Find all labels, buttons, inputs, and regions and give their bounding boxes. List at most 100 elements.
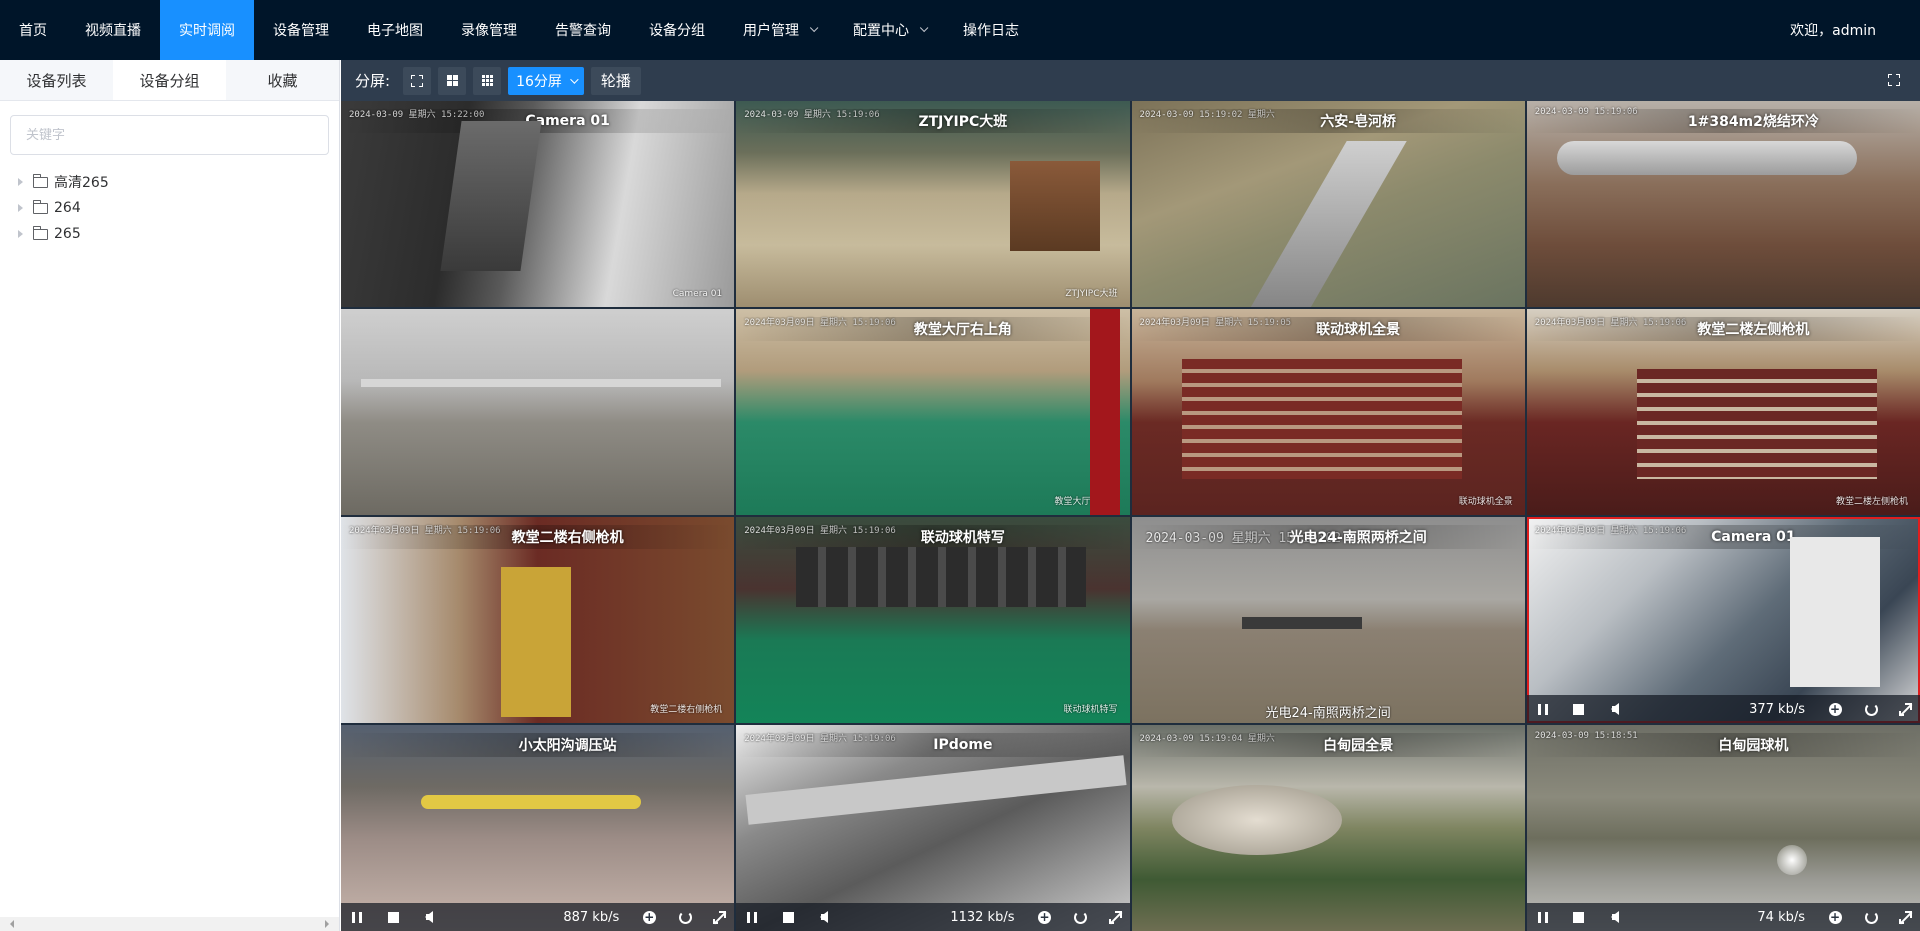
camera-tile[interactable]: 2024年03月09日 星期六 15:19:06教堂二楼左侧枪机教堂二楼左侧枪机 <box>1526 309 1920 515</box>
tree-node[interactable]: 264 <box>18 195 339 221</box>
tree-node[interactable]: 265 <box>18 221 339 247</box>
sidebar-tab-1[interactable]: 设备分组 <box>113 60 226 100</box>
scroll-right-icon[interactable] <box>325 920 329 928</box>
camera-tile[interactable]: 2024-03-09 星期六 15:19:02光电24-南照两桥之间光电24-南… <box>1131 517 1525 723</box>
nav-item-5[interactable]: 录像管理 <box>442 0 536 60</box>
pause-icon <box>352 911 362 923</box>
scroll-left-icon[interactable] <box>10 920 14 928</box>
split-toolbar: 分屏: 16分屏 轮播 <box>341 60 1920 101</box>
mute-button[interactable] <box>1607 701 1623 717</box>
mute-button[interactable] <box>421 909 437 925</box>
device-sidebar: 设备列表设备分组收藏 高清265 264 265 <box>0 60 340 931</box>
camera-tile[interactable]: 2024-03-09 15:19:04 星期六白甸园全景 <box>1131 725 1525 931</box>
stop-button[interactable] <box>385 909 401 925</box>
top-navigation-bar: 首页 视频直播 实时调阅 设备管理 电子地图 录像管理 告警查询 设备分组 用户管理 配置中心 操作… <box>0 0 1920 60</box>
grid-4-icon <box>446 75 458 86</box>
camera-tile[interactable]: 2024年03月09日 星期六 15:19:06IPdome1132 kb/s+ <box>736 725 1130 931</box>
camera-tile[interactable]: 2024-03-09 星期六 15:19:06ZTJYIPC大班ZTJYIPC大… <box>736 101 1130 307</box>
welcome-user[interactable]: 欢迎，admin <box>1790 0 1876 60</box>
nav-item-label: 设备分组 <box>649 23 705 39</box>
nav-item-label: 电子地图 <box>367 23 423 39</box>
camera-tile[interactable]: 2024-03-09 15:19:02 星期六六安-皂河桥 <box>1131 101 1525 307</box>
nav-item-label: 设备管理 <box>273 23 329 39</box>
refresh-button[interactable] <box>1863 701 1879 717</box>
bitrate: 377 kb/s <box>1749 701 1805 717</box>
horizontal-scrollbar[interactable] <box>0 917 339 931</box>
nav-item-1[interactable]: 视频直播 <box>66 0 160 60</box>
mute-button[interactable] <box>1607 909 1623 925</box>
nav-item-label: 操作日志 <box>963 23 1019 39</box>
pause-button[interactable] <box>1535 909 1551 925</box>
four-screen-button[interactable] <box>438 66 467 95</box>
folder-icon <box>33 173 48 188</box>
folder-icon <box>33 199 48 214</box>
layout-select[interactable]: 16分屏 <box>508 66 584 95</box>
osd-camera-name: Camera 01 <box>672 289 723 299</box>
single-screen-button[interactable] <box>403 66 432 95</box>
camera-title: 联动球机特写 <box>736 525 1130 549</box>
nav-item-10[interactable]: 操作日志 <box>944 0 1038 60</box>
nav-item-label: 录像管理 <box>461 23 517 39</box>
nav-item-label: 用户管理 <box>743 23 799 39</box>
camera-tile[interactable] <box>341 309 735 515</box>
stop-button[interactable] <box>1571 909 1587 925</box>
zoom-in-button[interactable]: + <box>1037 909 1053 925</box>
stop-button[interactable] <box>1571 701 1587 717</box>
mute-button[interactable] <box>816 909 832 925</box>
speaker-mute-icon <box>1610 703 1619 715</box>
pause-button[interactable] <box>1535 701 1551 717</box>
zoom-in-button[interactable]: + <box>1827 701 1843 717</box>
stop-button[interactable] <box>780 909 796 925</box>
tree-node[interactable]: 高清265 <box>18 169 339 195</box>
nav-item-6[interactable]: 告警查询 <box>536 0 630 60</box>
nav-item-3[interactable]: 设备管理 <box>254 0 348 60</box>
refresh-button[interactable] <box>1863 909 1879 925</box>
expand-icon[interactable] <box>713 910 727 924</box>
nav-item-8[interactable]: 用户管理 <box>724 0 834 60</box>
pause-button[interactable] <box>349 909 365 925</box>
nine-screen-button[interactable] <box>473 66 502 95</box>
camera-title: 白甸园球机 <box>1526 733 1920 757</box>
nav-item-7[interactable]: 设备分组 <box>630 0 724 60</box>
camera-tile[interactable]: 2024年03月09日 星期六 15:19:06教堂大厅右上角教堂大厅右上角 <box>736 309 1130 515</box>
video-wall: 分屏: 16分屏 轮播 2024-03-09 星期六 15:22:00Camer… <box>341 60 1920 931</box>
camera-tile[interactable]: 2024年03月09日 星期六 15:19:05联动球机全景联动球机全景 <box>1131 309 1525 515</box>
refresh-icon <box>1864 702 1878 716</box>
sidebar-tab-0[interactable]: 设备列表 <box>0 60 113 100</box>
camera-tile[interactable]: 2024年03月09日 星期六 15:19:06Camera 01377 kb/… <box>1526 517 1920 723</box>
nav-item-2[interactable]: 实时调阅 <box>160 0 254 60</box>
fullscreen-button[interactable] <box>1888 74 1900 86</box>
camera-title: ZTJYIPC大班 <box>736 109 1130 133</box>
grid-9-icon <box>481 75 493 86</box>
camera-tile[interactable]: 2024年03月09日 星期六 15:19:06联动球机特写联动球机特写 <box>736 517 1130 723</box>
keyword-search[interactable] <box>10 115 329 155</box>
tree-node-label: 265 <box>54 226 81 242</box>
camera-tile[interactable]: 2024-03-09 星期六 15:22:00Camera 01Camera 0… <box>341 101 735 307</box>
expand-icon[interactable] <box>1899 910 1912 924</box>
zoom-in-button[interactable]: + <box>1827 909 1843 925</box>
expand-icon[interactable] <box>1108 910 1122 924</box>
nav-item-9[interactable]: 配置中心 <box>834 0 944 60</box>
nav-item-label: 首页 <box>19 23 47 39</box>
refresh-button[interactable] <box>677 909 693 925</box>
zoom-in-button[interactable]: + <box>641 909 657 925</box>
nav-item-0[interactable]: 首页 <box>0 0 66 60</box>
refresh-button[interactable] <box>1073 909 1089 925</box>
caret-right-icon[interactable] <box>18 178 23 186</box>
camera-tile[interactable]: 2024年03月09日 星期六 15:19:06教堂二楼右侧枪机教堂二楼右侧枪机 <box>341 517 735 723</box>
stop-icon <box>782 911 794 923</box>
layout-select-value: 16分屏 <box>516 73 562 90</box>
sidebar-tab-2[interactable]: 收藏 <box>226 60 339 100</box>
zoom-in-icon: + <box>1828 910 1842 924</box>
keyword-search-input[interactable] <box>26 127 313 143</box>
expand-icon[interactable] <box>1899 702 1912 716</box>
nav-item-4[interactable]: 电子地图 <box>348 0 442 60</box>
camera-tile[interactable]: 2024-03-09 15:19:061#384m2烧结环冷 <box>1526 101 1920 307</box>
camera-tile[interactable]: 小太阳沟调压站 887 kb/s + <box>341 725 735 931</box>
camera-title: 教堂二楼右侧枪机 <box>341 525 735 549</box>
caret-right-icon[interactable] <box>18 204 23 212</box>
pause-button[interactable] <box>744 909 760 925</box>
camera-tile[interactable]: 2024-03-09 15:18:51白甸园球机74 kb/s+ <box>1526 725 1920 931</box>
caret-right-icon[interactable] <box>18 230 23 238</box>
carousel-button[interactable]: 轮播 <box>590 66 641 95</box>
